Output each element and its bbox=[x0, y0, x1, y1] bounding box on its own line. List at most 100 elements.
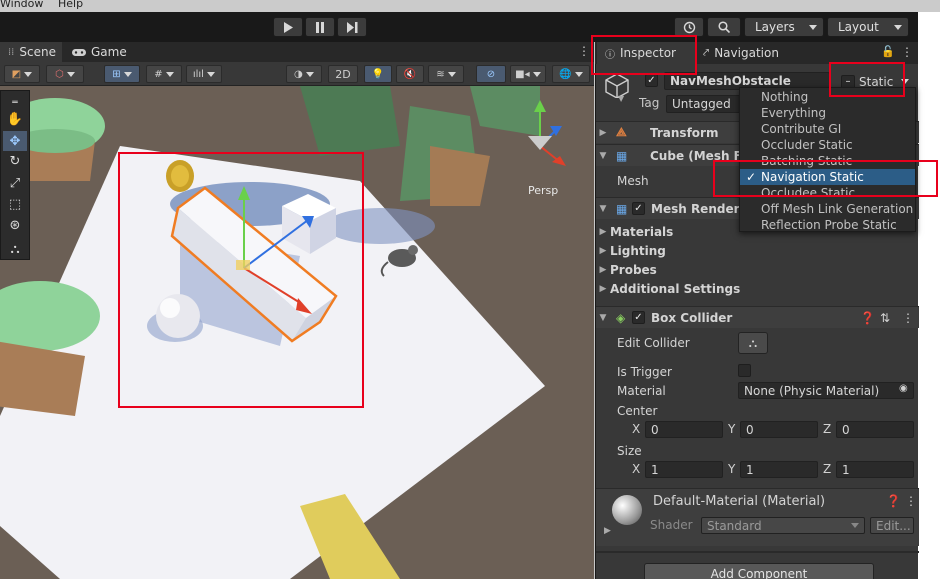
pivot-button[interactable]: ⊞ bbox=[104, 65, 140, 83]
highlight-navigation-static bbox=[713, 160, 938, 197]
step-icon bbox=[346, 21, 357, 33]
chevron-down-icon: ▼ bbox=[599, 150, 607, 161]
menu-item-reflection-probe[interactable]: Reflection Probe Static bbox=[740, 217, 915, 233]
center-x-field[interactable]: 0 bbox=[645, 421, 723, 438]
additional-settings-row[interactable]: ▶ Additional Settings bbox=[596, 280, 919, 298]
shader-edit-button[interactable]: Edit... bbox=[870, 517, 914, 534]
scale-tool-button[interactable]: ⤢ bbox=[3, 173, 27, 193]
lock-icon[interactable]: 🔓 bbox=[881, 45, 895, 58]
help-icon[interactable]: ❓ bbox=[886, 494, 901, 508]
hand-tool-button[interactable]: ✋ bbox=[3, 109, 27, 129]
menu-item-everything[interactable]: Everything bbox=[740, 105, 915, 121]
edit-collider-icon: ⛬ bbox=[748, 335, 758, 350]
sphere-icon: ◑ bbox=[294, 68, 303, 80]
gizmos-button[interactable]: 🌐 bbox=[552, 65, 590, 83]
audio-toggle[interactable]: 🔇 bbox=[396, 65, 424, 83]
chevron-right-icon[interactable]: ▶ bbox=[604, 526, 611, 536]
custom-tool-button[interactable]: ⛬ bbox=[3, 239, 27, 259]
chevron-down-icon bbox=[447, 71, 456, 77]
menu-item-contribute-gi[interactable]: Contribute GI bbox=[740, 121, 915, 137]
grid-snap-button[interactable]: # bbox=[146, 65, 182, 83]
window-edge bbox=[918, 12, 940, 579]
shading-button[interactable]: ⬡ bbox=[46, 65, 84, 83]
more-options-icon[interactable]: ⋮ bbox=[578, 44, 590, 58]
effects-button[interactable]: ≋ bbox=[428, 65, 464, 83]
transform-tool-button[interactable]: ⊛ bbox=[3, 215, 27, 235]
menu-item-off-mesh-link[interactable]: Off Mesh Link Generation bbox=[740, 201, 915, 217]
tag-dropdown[interactable]: Untagged bbox=[666, 95, 746, 113]
tab-scene[interactable]: ⁞⁞ Scene bbox=[0, 42, 62, 62]
main-toolbar: Layers Layout bbox=[0, 12, 918, 42]
search-button[interactable] bbox=[707, 17, 741, 37]
is-trigger-checkbox[interactable] bbox=[738, 364, 751, 377]
chevron-down-icon bbox=[123, 71, 132, 77]
box-collider-header[interactable]: ▼ ◈ ✓ Box Collider ❓ ⇅ ⋮ bbox=[596, 306, 919, 328]
size-x-field[interactable]: 1 bbox=[645, 461, 723, 478]
chevron-down-icon: ▼ bbox=[599, 312, 607, 323]
size-z-field[interactable]: 1 bbox=[836, 461, 914, 478]
persp-label: Persp bbox=[528, 184, 558, 197]
tag-label: Tag bbox=[639, 96, 660, 110]
move-tool-button[interactable]: ✥ bbox=[3, 131, 27, 151]
chevron-down-icon bbox=[894, 24, 902, 30]
probes-row[interactable]: ▶ Probes bbox=[596, 261, 919, 279]
visibility-toggle[interactable]: ⊘ bbox=[476, 65, 506, 83]
eye-off-icon: ⊘ bbox=[486, 68, 496, 80]
box-collider-checkbox[interactable]: ✓ bbox=[632, 311, 645, 324]
edit-collider-button[interactable]: ⛬ bbox=[738, 332, 768, 354]
help-icon[interactable]: ❓ bbox=[860, 311, 875, 325]
2d-toggle[interactable]: 2D bbox=[328, 65, 358, 83]
icon-picker-caret[interactable]: ▼ bbox=[618, 94, 624, 103]
layout-dropdown[interactable]: Layout bbox=[827, 17, 909, 37]
material-field[interactable]: None (Physic Material) bbox=[738, 382, 914, 399]
preset-icon[interactable]: ⇅ bbox=[880, 311, 890, 325]
menu-item-occluder-static[interactable]: Occluder Static bbox=[740, 137, 915, 153]
more-options-icon[interactable]: ⋮ bbox=[905, 494, 917, 508]
menu-window[interactable]: Window bbox=[0, 0, 43, 10]
render-mode-button[interactable]: ◑ bbox=[286, 65, 322, 83]
layers-dropdown[interactable]: Layers bbox=[744, 17, 824, 37]
tab-navigation[interactable]: ⤤ Navigation bbox=[695, 42, 787, 64]
lighting-toggle[interactable]: 💡 bbox=[364, 65, 392, 83]
size-y-field[interactable]: 1 bbox=[740, 461, 818, 478]
center-y-label: Y bbox=[728, 422, 736, 436]
chevron-down-icon bbox=[24, 71, 33, 77]
pause-icon bbox=[316, 21, 324, 33]
active-checkbox[interactable]: ✓ bbox=[645, 74, 658, 87]
chevron-right-icon: ▶ bbox=[599, 227, 607, 237]
shader-label: Shader bbox=[650, 518, 693, 532]
chevron-down-icon bbox=[207, 71, 216, 77]
draw-mode-button[interactable]: ◩ bbox=[4, 65, 40, 83]
pause-button[interactable] bbox=[305, 17, 335, 37]
mesh-renderer-checkbox[interactable]: ✓ bbox=[632, 202, 645, 215]
center-z-field[interactable]: 0 bbox=[836, 421, 914, 438]
materials-label: Materials bbox=[610, 225, 674, 239]
highlight-inspector-tab bbox=[591, 35, 697, 75]
menu-item-label: Reflection Probe Static bbox=[761, 218, 897, 232]
layers-label: Layers bbox=[755, 20, 795, 34]
increment-snap-button[interactable]: ılıl bbox=[186, 65, 222, 83]
more-options-icon[interactable]: ⋮ bbox=[902, 311, 914, 325]
play-button[interactable] bbox=[273, 17, 303, 37]
shader-dropdown[interactable]: Standard bbox=[701, 517, 865, 534]
lighting-row[interactable]: ▶ Lighting bbox=[596, 242, 919, 260]
chevron-down-icon bbox=[574, 71, 583, 77]
more-options-icon[interactable]: ⋮ bbox=[901, 45, 913, 59]
menu-item-label: Contribute GI bbox=[761, 122, 842, 136]
camera-button[interactable]: ■◂ bbox=[510, 65, 546, 83]
rotate-tool-button[interactable]: ↻ bbox=[3, 151, 27, 171]
2d-label: 2D bbox=[335, 67, 351, 81]
history-button[interactable] bbox=[674, 17, 704, 37]
object-picker-icon[interactable]: ◉ bbox=[899, 383, 908, 394]
rect-tool-button[interactable]: ⬚ bbox=[3, 194, 27, 214]
step-button[interactable] bbox=[337, 17, 367, 37]
menu-item-label: Occluder Static bbox=[761, 138, 853, 152]
tab-navigation-label: Navigation bbox=[714, 46, 779, 60]
menu-help[interactable]: Help bbox=[58, 0, 83, 10]
layout-label: Layout bbox=[838, 20, 879, 34]
tab-game[interactable]: Game bbox=[64, 42, 135, 62]
add-component-button[interactable]: Add Component bbox=[644, 563, 874, 579]
gameobject-icon bbox=[604, 72, 630, 99]
size-x-label: X bbox=[632, 462, 641, 476]
center-y-field[interactable]: 0 bbox=[740, 421, 818, 438]
